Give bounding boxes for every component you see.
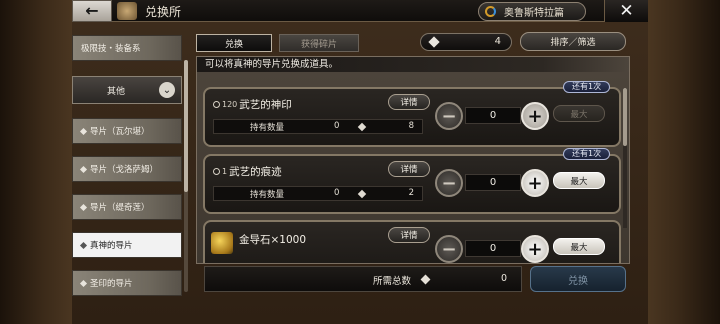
total-cost-bar: 所需总数 0	[204, 266, 522, 292]
item-name-text: 武艺的神印	[239, 99, 292, 111]
diamond-bullet-icon	[79, 127, 88, 135]
diamond-bullet-icon	[79, 241, 88, 249]
right-frame-decoration	[648, 0, 720, 324]
diamond-bullet-icon	[79, 165, 88, 173]
tab-exchange[interactable]: 兑换	[196, 34, 272, 52]
currency-display: 4	[420, 33, 512, 51]
sidebar-scrollbar[interactable]	[184, 60, 188, 292]
item-level: 120	[222, 100, 238, 109]
shard-gem-icon	[357, 122, 367, 132]
world-swap-icon	[485, 6, 496, 17]
sidebar-item-label: 圣印的导片	[90, 279, 133, 289]
max-button[interactable]: 最大	[553, 105, 605, 122]
list-item: 金导石×1000 详情 − 0 + 最大	[203, 220, 621, 263]
owned-row: 持有数量 0 8	[213, 119, 423, 134]
owned-count: 0	[334, 188, 340, 198]
item-name: 1 武艺的痕迹	[213, 164, 282, 179]
close-button[interactable]: ✕	[604, 0, 648, 22]
sidebar-item-seal-shard[interactable]: 圣印的导片	[72, 270, 182, 296]
quantity-field[interactable]: 0	[465, 174, 521, 191]
shard-gem-icon	[357, 189, 367, 199]
detail-button[interactable]: 详情	[388, 94, 430, 110]
level-icon	[213, 101, 220, 108]
sidebar-item-label: 导片（缇奇莲）	[90, 203, 150, 213]
max-button[interactable]: 最大	[553, 238, 605, 255]
sidebar-scroll-thumb[interactable]	[184, 60, 188, 192]
item-name: 金导石×1000	[239, 232, 306, 247]
item-name-text: 武艺的痕迹	[229, 166, 282, 178]
diamond-bullet-icon	[79, 203, 88, 211]
close-icon: ✕	[619, 1, 634, 21]
owned-label: 持有数量	[250, 190, 285, 200]
category-sidebar: 极限技・装备系 其他 ⌄ 导片（瓦尔堪） 导片（戈洛萨姆） 导片（缇奇莲） 真神的…	[72, 22, 190, 324]
sidebar-group-other[interactable]: 其他 ⌄	[72, 76, 182, 104]
sort-filter-button[interactable]: 排序／筛选	[520, 32, 626, 51]
item-cost: 2	[408, 188, 414, 198]
sidebar-item-limit-equipment[interactable]: 极限技・装备系	[72, 35, 182, 61]
list-item: 1 武艺的痕迹 详情 持有数量 0 2 − 0 + 最大	[203, 154, 621, 214]
sidebar-item-label: 导片（瓦尔堪）	[90, 127, 150, 137]
decrease-button[interactable]: −	[435, 235, 463, 263]
sidebar-item-label: 导片（戈洛萨姆）	[90, 165, 159, 175]
owned-row: 持有数量 0 2	[213, 186, 423, 201]
notice-text: 可以将真神的导片兑换成道具。	[197, 57, 629, 72]
sidebar-item-shard-golosam[interactable]: 导片（戈洛萨姆）	[72, 156, 182, 182]
item-level: 1	[222, 167, 228, 176]
owned-label: 持有数量	[250, 123, 285, 133]
currency-value: 4	[494, 36, 501, 47]
left-frame-decoration	[0, 0, 72, 324]
back-button[interactable]: ←	[72, 0, 112, 22]
quantity-field[interactable]: 0	[465, 107, 521, 124]
total-label: 所需总数	[373, 276, 412, 287]
level-icon	[213, 168, 220, 175]
world-select-button[interactable]: 奥鲁斯特拉篇	[478, 2, 586, 21]
detail-button[interactable]: 详情	[388, 161, 430, 177]
item-name: 120 武艺的神印	[213, 97, 292, 112]
sidebar-item-shard-tiqilian[interactable]: 导片（缇奇莲）	[72, 194, 182, 220]
owned-count: 0	[334, 121, 340, 131]
sidebar-item-label: 真神的导片	[90, 241, 133, 251]
decrease-button[interactable]: −	[435, 102, 463, 130]
item-name-text: 金导石×1000	[239, 234, 307, 246]
shard-gem-icon	[428, 36, 440, 48]
remaining-badge: 还有1次	[563, 81, 611, 93]
increase-button[interactable]: +	[521, 169, 549, 197]
sidebar-item-label: 极限技・装备系	[81, 44, 141, 54]
exchange-screen: ← 兑换所 奥鲁斯特拉篇 ✕ 极限技・装备系 其他 ⌄ 导片（瓦尔堪） 导片（戈洛…	[0, 0, 720, 324]
world-select-label: 奥鲁斯特拉篇	[504, 8, 564, 19]
exchange-list-panel: 可以将真神的导片兑换成道具。 120 武艺的神印 详情 持有数量 0 8 − 0 + …	[196, 56, 630, 264]
increase-button[interactable]: +	[521, 235, 549, 263]
exchange-button[interactable]: 兑换	[530, 266, 626, 292]
list-scroll-thumb[interactable]	[623, 88, 627, 146]
remaining-badge: 还有1次	[563, 148, 611, 160]
list-scrollbar[interactable]	[623, 88, 627, 228]
quantity-field[interactable]: 0	[465, 240, 521, 257]
detail-button[interactable]: 详情	[388, 227, 430, 243]
shop-emblem-icon	[117, 2, 137, 20]
sidebar-item-shard-vulcan[interactable]: 导片（瓦尔堪）	[72, 118, 182, 144]
page-title: 兑换所	[145, 5, 182, 19]
decrease-button[interactable]: −	[435, 169, 463, 197]
diamond-bullet-icon	[79, 279, 88, 287]
back-arrow-icon: ←	[85, 1, 99, 20]
shard-gem-icon	[420, 274, 431, 285]
gold-stone-icon	[211, 232, 233, 254]
total-value: 0	[501, 273, 508, 284]
sidebar-group-label: 其他	[107, 86, 126, 97]
item-cost: 8	[408, 121, 414, 131]
increase-button[interactable]: +	[521, 102, 549, 130]
max-button[interactable]: 最大	[553, 172, 605, 189]
chevron-down-icon: ⌄	[159, 82, 175, 98]
sidebar-item-true-god-shard[interactable]: 真神的导片	[72, 232, 182, 258]
list-item: 120 武艺的神印 详情 持有数量 0 8 − 0 + 最大	[203, 87, 621, 147]
tab-get-shards[interactable]: 获得碎片	[279, 34, 359, 52]
